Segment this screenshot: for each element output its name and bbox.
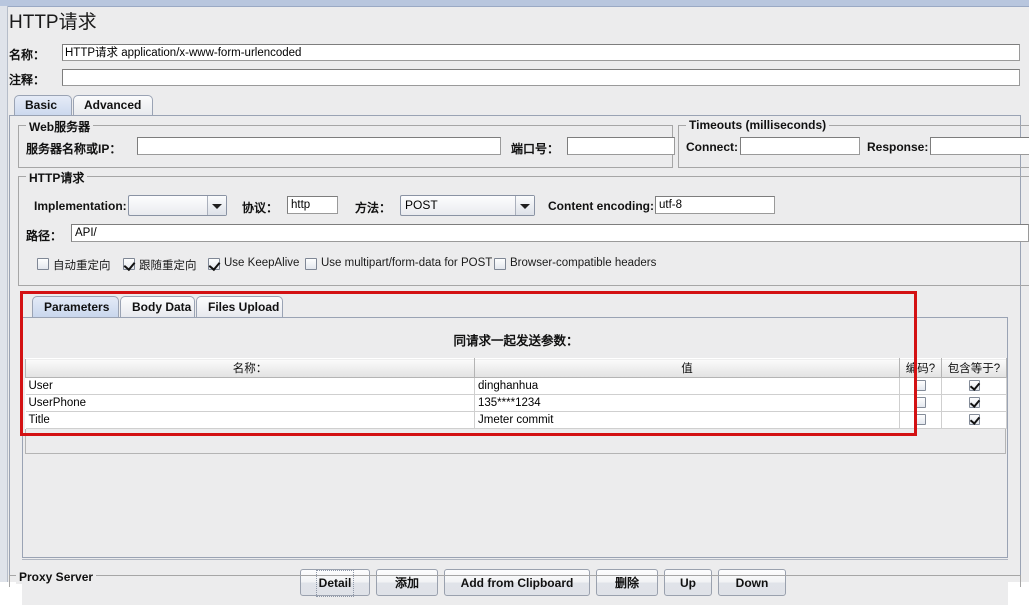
- column-header-value[interactable]: 值: [474, 358, 900, 378]
- implementation-combo[interactable]: [128, 195, 227, 216]
- cell-value[interactable]: dinghanhua: [474, 377, 900, 395]
- tab-basic[interactable]: Basic: [14, 95, 72, 115]
- jmeter-http-request-panel: HTTP请求 名称： HTTP请求 application/x-www-form…: [0, 0, 1029, 605]
- comment-input[interactable]: [62, 69, 1020, 86]
- cell-encode[interactable]: [899, 394, 942, 412]
- connect-timeout-input[interactable]: [740, 137, 860, 155]
- method-label: 方法：: [355, 201, 392, 215]
- checkbox-browser-compatible-headers[interactable]: [494, 258, 506, 270]
- name-row: 名称： HTTP请求 application/x-www-form-urlenc…: [9, 44, 1021, 63]
- option-auto-redirect-label: 自动重定向: [53, 260, 111, 272]
- param-tab-strip: Parameters Body Data Files Upload: [22, 296, 1008, 318]
- tab-advanced-label: Advanced: [84, 98, 142, 112]
- main-tab-strip: Basic Advanced: [9, 95, 1021, 116]
- option-browser-compatible-headers-label: Browser-compatible headers: [510, 257, 657, 269]
- tab-parameters[interactable]: Parameters: [32, 296, 119, 317]
- comment-row: 注释：: [9, 69, 1021, 88]
- content-encoding-input[interactable]: utf-8: [655, 196, 775, 214]
- cell-value[interactable]: 135****1234: [474, 394, 900, 412]
- http-request-group: HTTP请求 Implementation: 协议： http 方法： POST…: [18, 169, 1029, 286]
- chevron-down-icon[interactable]: [207, 196, 226, 215]
- checkbox-auto-redirect[interactable]: [37, 258, 49, 270]
- basic-tab-panel: Web服务器 服务器名称或IP： 端口号： Timeouts (millisec…: [9, 116, 1029, 605]
- table-row[interactable]: User dinghanhua: [25, 377, 1007, 395]
- content-encoding-label: Content encoding:: [548, 199, 654, 213]
- cell-value[interactable]: Jmeter commit: [474, 411, 900, 429]
- tab-body-data-label: Body Data: [132, 300, 192, 314]
- checkbox-encode[interactable]: [915, 414, 926, 426]
- tab-advanced[interactable]: Advanced: [73, 95, 153, 115]
- tab-files-upload-label: Files Upload: [208, 300, 280, 314]
- cell-name[interactable]: User: [25, 377, 475, 395]
- tab-basic-label: Basic: [25, 98, 58, 112]
- window-top-strip: [0, 0, 1029, 7]
- checkbox-include-equals[interactable]: [968, 380, 980, 392]
- checkbox-use-keepalive[interactable]: [208, 258, 220, 270]
- cell-include-equals[interactable]: [941, 394, 1007, 412]
- protocol-label: 协议：: [242, 201, 279, 215]
- cell-include-equals[interactable]: [941, 377, 1007, 395]
- proxy-server-group: [9, 575, 1021, 587]
- http-request-group-title: HTTP请求: [26, 169, 88, 186]
- comment-label: 注释：: [9, 73, 46, 87]
- web-server-group: Web服务器 服务器名称或IP： 端口号：: [18, 118, 675, 168]
- protocol-input[interactable]: http: [287, 196, 338, 214]
- column-header-include-equals[interactable]: 包含等于?: [941, 358, 1007, 378]
- table-header-row: 名称： 值 编码? 包含等于?: [25, 358, 1007, 378]
- table-row[interactable]: UserPhone 135****1234: [25, 394, 1007, 412]
- port-input[interactable]: [567, 137, 675, 155]
- cell-include-equals[interactable]: [941, 411, 1007, 429]
- connect-timeout-label: Connect:: [686, 140, 738, 154]
- checkbox-use-multipart[interactable]: [305, 258, 317, 270]
- column-header-encode[interactable]: 编码?: [899, 358, 942, 378]
- response-timeout-label: Response:: [867, 140, 929, 154]
- tab-files-upload[interactable]: Files Upload: [196, 296, 283, 317]
- checkbox-encode[interactable]: [915, 397, 926, 409]
- timeouts-group: Timeouts (milliseconds) Connect: Respons…: [678, 118, 1029, 168]
- column-header-name[interactable]: 名称：: [25, 358, 475, 378]
- left-rail: [0, 6, 8, 582]
- option-follow-redirect-label: 跟随重定向: [139, 260, 197, 272]
- checkbox-encode[interactable]: [915, 380, 926, 392]
- path-input[interactable]: API/: [71, 224, 1029, 242]
- checkbox-follow-redirect[interactable]: [123, 258, 135, 270]
- parameters-panel: 同请求一起发送参数： 名称： 值 编码? 包含等于? User dinghanh…: [22, 318, 1008, 558]
- chevron-down-icon[interactable]: [515, 196, 534, 215]
- method-combo[interactable]: POST: [400, 195, 535, 216]
- option-use-multipart-label: Use multipart/form-data for POST: [321, 257, 493, 269]
- cell-encode[interactable]: [899, 377, 942, 395]
- tab-parameters-label: Parameters: [44, 300, 110, 314]
- server-name-input[interactable]: [137, 137, 501, 155]
- path-label: 路径：: [26, 229, 63, 243]
- implementation-label: Implementation:: [34, 199, 127, 213]
- response-timeout-input[interactable]: [930, 137, 1029, 155]
- web-server-group-title: Web服务器: [26, 118, 94, 135]
- option-use-keepalive-label: Use KeepAlive: [224, 257, 300, 269]
- timeouts-group-title: Timeouts (milliseconds): [686, 118, 830, 132]
- cell-name[interactable]: UserPhone: [25, 394, 475, 412]
- cell-encode[interactable]: [899, 411, 942, 429]
- name-label: 名称：: [9, 48, 46, 62]
- page-title: HTTP请求: [9, 12, 97, 33]
- table-row[interactable]: Title Jmeter commit: [25, 411, 1007, 429]
- parameters-table: 名称： 值 编码? 包含等于? User dinghanhua UserPhon: [25, 358, 1007, 429]
- cell-name[interactable]: Title: [25, 411, 475, 429]
- checkbox-include-equals[interactable]: [968, 414, 980, 426]
- parameters-caption: 同请求一起发送参数：: [453, 334, 579, 348]
- checkbox-include-equals[interactable]: [968, 397, 980, 409]
- port-label: 端口号：: [511, 142, 560, 156]
- server-name-label: 服务器名称或IP：: [26, 142, 122, 156]
- name-input[interactable]: HTTP请求 application/x-www-form-urlencoded: [62, 44, 1020, 61]
- tab-body-data[interactable]: Body Data: [120, 296, 195, 317]
- method-value: POST: [405, 198, 438, 212]
